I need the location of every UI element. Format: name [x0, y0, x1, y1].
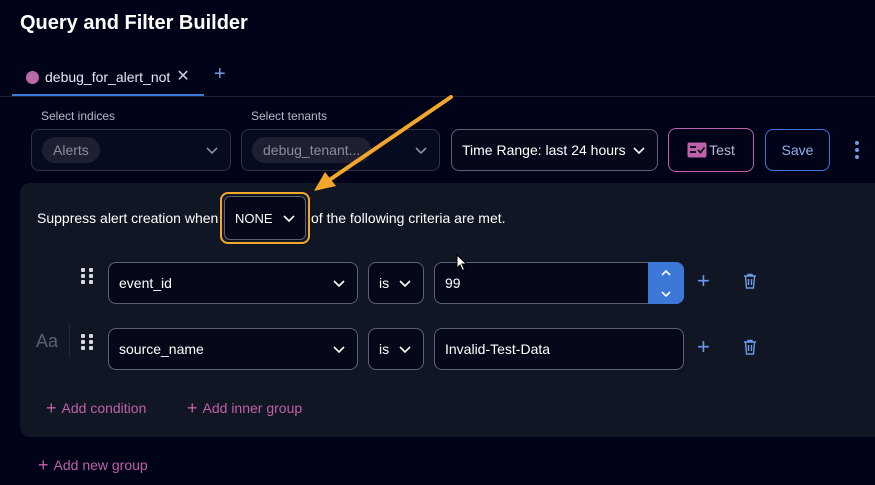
drag-handle-icon[interactable]	[81, 268, 93, 284]
indices-label: Select indices	[41, 109, 116, 123]
condition-field-value: source_name	[119, 341, 204, 357]
time-range-value: Time Range: last 24 hours	[462, 142, 626, 158]
test-button-label: Test	[709, 142, 735, 158]
condition-field-value: event_id	[119, 275, 172, 291]
plus-icon: +	[46, 398, 57, 418]
tab-status-dot	[26, 70, 39, 84]
chevron-down-icon[interactable]	[648, 283, 684, 304]
trash-icon[interactable]	[743, 339, 757, 355]
condition-operator-value: is	[379, 341, 390, 357]
condition-operator-select[interactable]: is	[368, 328, 424, 370]
arrow-annotation	[314, 95, 453, 191]
drag-handle-icon[interactable]	[81, 334, 93, 350]
condition-value-number-input[interactable]: 99	[434, 262, 684, 304]
chevron-down-icon	[333, 346, 345, 354]
add-condition-plus-icon[interactable]: +	[697, 336, 710, 358]
mouse-cursor-icon	[456, 254, 468, 272]
tab-debug-for-alert-not[interactable]: debug_for_alert_not ✕	[12, 60, 204, 96]
condition-value-input[interactable]: Invalid-Test-Data	[434, 328, 684, 370]
indices-chip: Alerts	[42, 137, 100, 163]
suppress-prefix: Suppress alert creation when	[37, 210, 219, 226]
condition-field-select[interactable]: event_id	[108, 262, 358, 304]
chevron-down-icon	[333, 280, 345, 288]
condition-value: Invalid-Test-Data	[445, 341, 551, 357]
add-condition-plus-icon[interactable]: +	[697, 270, 710, 292]
add-condition-label: Add condition	[61, 400, 147, 416]
plus-icon: +	[187, 398, 198, 418]
indices-select[interactable]: Alerts	[31, 129, 231, 171]
condition-operator-value: is	[379, 275, 390, 291]
save-button[interactable]: Save	[765, 129, 830, 171]
add-condition-link[interactable]: + Add condition	[46, 398, 147, 418]
add-inner-group-label: Add inner group	[202, 400, 303, 416]
chevron-down-icon	[399, 280, 411, 288]
number-stepper[interactable]	[648, 262, 684, 304]
add-inner-group-link[interactable]: + Add inner group	[187, 398, 303, 418]
test-button[interactable]: Test	[668, 128, 754, 172]
add-tab-icon[interactable]: +	[214, 64, 226, 84]
suppress-suffix: of the following criteria are met.	[311, 210, 506, 226]
close-icon[interactable]: ✕	[176, 69, 189, 85]
time-range-select[interactable]: Time Range: last 24 hours	[451, 129, 658, 171]
case-sensitivity-toggle[interactable]: Aa	[36, 331, 58, 352]
highlight-box	[220, 192, 310, 244]
condition-value: 99	[445, 275, 461, 291]
add-new-group-link[interactable]: + Add new group	[38, 455, 148, 475]
case-toggle-divider	[69, 324, 70, 358]
trash-icon[interactable]	[743, 273, 757, 289]
tab-label: debug_for_alert_not	[45, 69, 171, 85]
page-title: Query and Filter Builder	[20, 12, 248, 34]
condition-operator-select[interactable]: is	[368, 262, 424, 304]
checklist-icon	[687, 142, 707, 158]
chevron-down-icon	[399, 346, 411, 354]
chevron-down-icon	[206, 147, 218, 155]
kebab-icon[interactable]	[853, 141, 861, 159]
chevron-down-icon	[633, 147, 645, 155]
chevron-up-icon[interactable]	[648, 262, 684, 283]
condition-field-select[interactable]: source_name	[108, 328, 358, 370]
plus-icon: +	[38, 455, 49, 475]
save-button-label: Save	[781, 142, 814, 158]
add-new-group-label: Add new group	[53, 457, 148, 473]
